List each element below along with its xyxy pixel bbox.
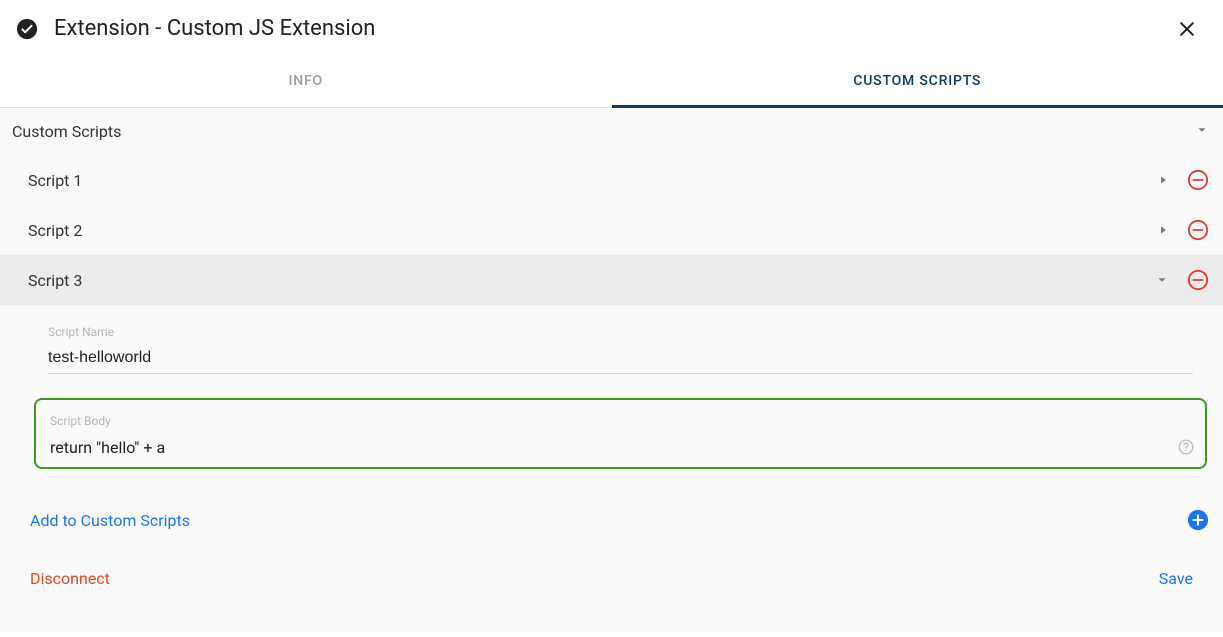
- script-row-1[interactable]: Script 1: [0, 155, 1223, 205]
- add-row: Add to Custom Scripts: [0, 503, 1223, 551]
- script-details: Script Name Script Body: [0, 305, 1223, 503]
- script-row-3[interactable]: Script 3: [0, 255, 1223, 305]
- caret-down-icon: [1195, 122, 1209, 141]
- script-label: Script 1: [28, 171, 1157, 190]
- footer: Disconnect Save: [0, 551, 1223, 588]
- tab-info[interactable]: INFO: [0, 57, 612, 107]
- section-title: Custom Scripts: [12, 122, 1195, 141]
- section-custom-scripts[interactable]: Custom Scripts: [0, 108, 1223, 155]
- script-body-field: Script Body: [34, 398, 1207, 469]
- script-body-input[interactable]: [50, 438, 1191, 457]
- dialog-title: Extension - Custom JS Extension: [54, 16, 1175, 41]
- tab-bar: INFO CUSTOM SCRIPTS: [0, 57, 1223, 108]
- play-icon: [1157, 174, 1169, 186]
- save-button[interactable]: Save: [1159, 569, 1193, 588]
- tab-custom-scripts[interactable]: CUSTOM SCRIPTS: [612, 57, 1223, 108]
- play-icon: [1157, 224, 1169, 236]
- close-icon: [1177, 19, 1197, 39]
- script-label: Script 3: [28, 271, 1155, 290]
- disconnect-button[interactable]: Disconnect: [30, 569, 1159, 588]
- script-row-2[interactable]: Script 2: [0, 205, 1223, 255]
- remove-script-button[interactable]: [1187, 169, 1209, 191]
- collapse-button[interactable]: [1155, 273, 1169, 287]
- script-label: Script 2: [28, 221, 1157, 240]
- script-name-input[interactable]: [48, 345, 1193, 374]
- script-body-label: Script Body: [50, 414, 1191, 428]
- add-circle-icon: [1187, 509, 1209, 531]
- check-circle-icon: [16, 18, 38, 40]
- close-button[interactable]: [1175, 17, 1199, 41]
- expand-button[interactable]: [1157, 224, 1169, 236]
- script-name-field: Script Name: [48, 325, 1193, 374]
- remove-script-button[interactable]: [1187, 269, 1209, 291]
- help-icon: [1177, 438, 1195, 456]
- help-button[interactable]: [1177, 438, 1195, 460]
- add-to-scripts-link[interactable]: Add to Custom Scripts: [30, 511, 1187, 530]
- remove-circle-icon: [1187, 269, 1209, 291]
- dialog-header: Extension - Custom JS Extension: [0, 0, 1223, 57]
- remove-script-button[interactable]: [1187, 219, 1209, 241]
- expand-button[interactable]: [1157, 174, 1169, 186]
- remove-circle-icon: [1187, 219, 1209, 241]
- script-name-label: Script Name: [48, 325, 1193, 339]
- panel-body: Custom Scripts Script 1 Script 2 Script …: [0, 108, 1223, 632]
- remove-circle-icon: [1187, 169, 1209, 191]
- caret-down-icon: [1155, 273, 1169, 287]
- add-script-button[interactable]: [1187, 509, 1209, 531]
